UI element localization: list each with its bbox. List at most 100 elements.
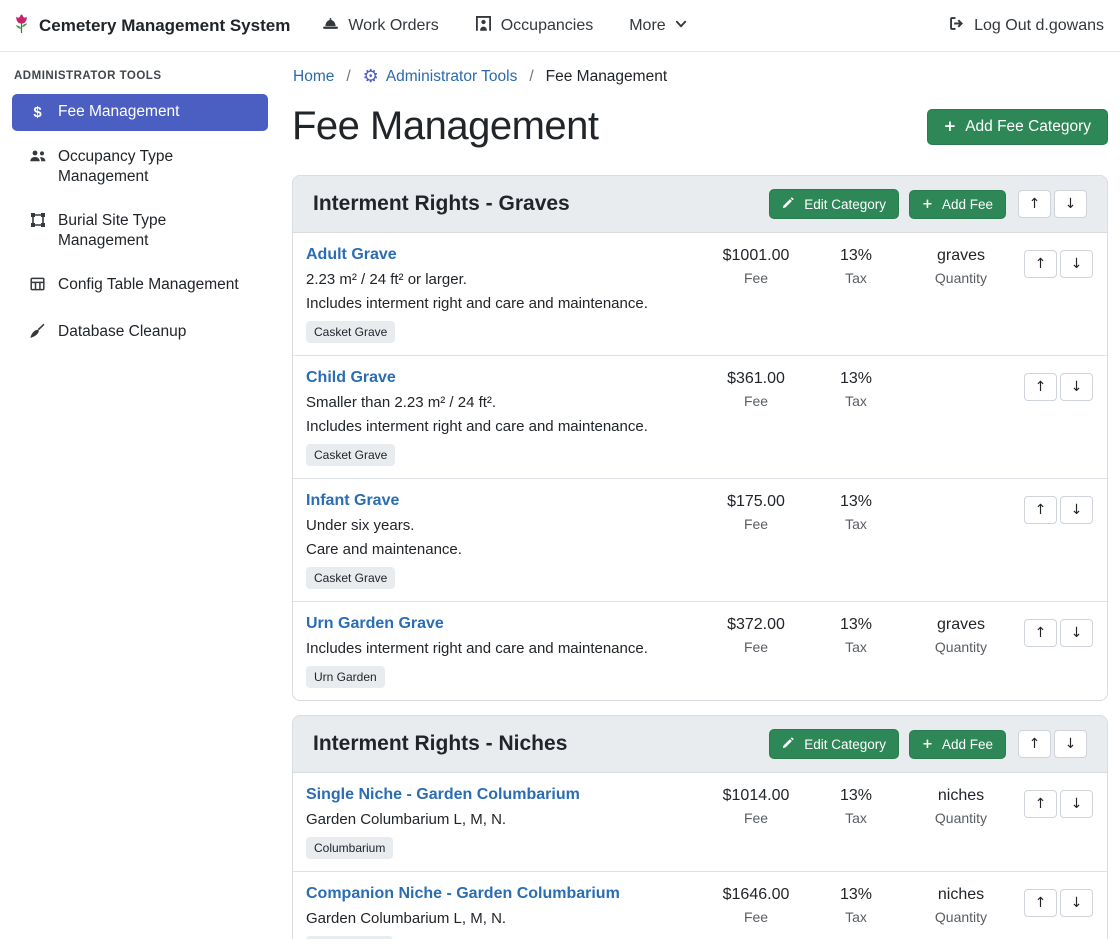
fee-name-link[interactable]: Adult Grave — [306, 246, 397, 264]
sidebar-item-fee-management[interactable]: $ Fee Management — [12, 94, 268, 131]
fee-description: Includes interment right and care and ma… — [306, 640, 693, 657]
fee-name-link[interactable]: Companion Niche - Garden Columbarium — [306, 885, 620, 903]
sidebar-item-occupancy-type-management[interactable]: Occupancy Type Management — [12, 139, 268, 195]
fee-move-down-button[interactable]: ↓ — [1060, 250, 1093, 278]
quantity-column: graves Quantity — [901, 243, 1021, 286]
sidebar-item-label: Fee Management — [58, 102, 180, 122]
arrow-up-icon: ↑ — [1035, 380, 1047, 394]
arrow-up-icon: ↑ — [1029, 737, 1041, 751]
fee-amount: $372.00 — [701, 616, 811, 634]
fee-move-up-button[interactable]: ↑ — [1024, 496, 1057, 524]
tax-value: 13% — [811, 616, 901, 634]
fee-amount: $1001.00 — [701, 247, 811, 265]
quantity-column: niches Quantity — [901, 783, 1021, 826]
arrow-up-icon: ↑ — [1035, 896, 1047, 910]
nav-occupancies[interactable]: Occupancies — [475, 15, 594, 37]
tax-label: Tax — [811, 270, 901, 286]
fee-move-down-button[interactable]: ↓ — [1060, 373, 1093, 401]
pencil-icon — [782, 196, 795, 212]
fee-name-link[interactable]: Single Niche - Garden Columbarium — [306, 786, 580, 804]
gear-icon: ⚙ — [363, 68, 379, 86]
category-move-up-button[interactable]: ↑ — [1018, 730, 1051, 758]
fee-description: Garden Columbarium L, M, N. — [306, 811, 693, 828]
fee-type-badge: Urn Garden — [306, 666, 385, 688]
fee-move-up-button[interactable]: ↑ — [1024, 790, 1057, 818]
quantity-value: graves — [901, 616, 1021, 634]
breadcrumb-home[interactable]: Home — [293, 68, 334, 86]
add-fee-category-button[interactable]: + Add Fee Category — [927, 109, 1108, 145]
sidebar-item-config-table-management[interactable]: Config Table Management — [12, 267, 268, 306]
edit-category-button[interactable]: Edit Category — [769, 729, 899, 759]
fee-move-down-button[interactable]: ↓ — [1060, 496, 1093, 524]
fee-label: Fee — [701, 393, 811, 409]
breadcrumb-current: Fee Management — [546, 68, 668, 86]
arrow-down-icon: ↓ — [1071, 380, 1083, 394]
fee-name-link[interactable]: Child Grave — [306, 369, 396, 387]
nav-more[interactable]: More — [629, 17, 686, 35]
category-title: Interment Rights - Niches — [313, 732, 769, 756]
quantity-label: Quantity — [901, 810, 1021, 826]
fee-name-link[interactable]: Infant Grave — [306, 492, 399, 510]
tax-label: Tax — [811, 810, 901, 826]
arrow-up-icon: ↑ — [1035, 503, 1047, 517]
fee-description: Care and maintenance. — [306, 541, 693, 558]
dollar-icon: $ — [28, 103, 47, 123]
arrow-up-icon: ↑ — [1035, 797, 1047, 811]
people-icon — [28, 148, 47, 170]
fee-move-down-button[interactable]: ↓ — [1060, 889, 1093, 917]
fee-type-badge: Casket Grave — [306, 321, 395, 343]
quantity-label: Quantity — [901, 909, 1021, 925]
tax-value: 13% — [811, 886, 901, 904]
arrow-down-icon: ↓ — [1071, 797, 1083, 811]
breadcrumb-admin-tools[interactable]: ⚙ Administrator Tools — [363, 68, 518, 86]
category-header: Interment Rights - Niches Edit Category … — [293, 716, 1107, 773]
add-fee-button[interactable]: + Add Fee — [909, 190, 1006, 219]
tax-column: 13% Tax — [811, 612, 901, 655]
add-fee-button[interactable]: + Add Fee — [909, 730, 1006, 759]
nav-work-orders[interactable]: Work Orders — [322, 15, 438, 37]
sidebar-heading: ADMINISTRATOR TOOLS — [14, 70, 268, 82]
fee-label: Fee — [701, 909, 811, 925]
tax-label: Tax — [811, 909, 901, 925]
tax-label: Tax — [811, 639, 901, 655]
fee-type-badge: Casket Grave — [306, 567, 395, 589]
category-title: Interment Rights - Graves — [313, 192, 769, 216]
tax-value: 13% — [811, 370, 901, 388]
quantity-column: niches Quantity — [901, 882, 1021, 925]
arrow-down-icon: ↓ — [1071, 896, 1083, 910]
plus-icon: + — [922, 738, 933, 751]
pencil-icon — [782, 736, 795, 752]
logout-label: Log Out d.gowans — [974, 17, 1104, 35]
fee-row-single-niche: Single Niche - Garden Columbarium Garden… — [293, 773, 1107, 872]
sidebar-item-label: Database Cleanup — [58, 322, 186, 342]
fee-move-up-button[interactable]: ↑ — [1024, 619, 1057, 647]
category-move-down-button[interactable]: ↓ — [1054, 190, 1087, 218]
fee-row-infant-grave: Infant Grave Under six years. Care and m… — [293, 479, 1107, 602]
chevron-down-icon — [675, 17, 687, 35]
fee-move-up-button[interactable]: ↑ — [1024, 373, 1057, 401]
hard-hat-icon — [322, 15, 339, 37]
app-brand[interactable]: Cemetery Management System — [12, 12, 290, 40]
edit-category-button[interactable]: Edit Category — [769, 189, 899, 219]
sidebar-item-burial-site-type-management[interactable]: Burial Site Type Management — [12, 203, 268, 259]
tax-value: 13% — [811, 787, 901, 805]
fee-name-link[interactable]: Urn Garden Grave — [306, 615, 444, 633]
broom-icon — [28, 323, 47, 345]
fee-move-up-button[interactable]: ↑ — [1024, 250, 1057, 278]
quantity-column — [901, 366, 1021, 370]
page-title: Fee Management — [292, 104, 599, 149]
tax-column: 13% Tax — [811, 783, 901, 826]
fee-description: Includes interment right and care and ma… — [306, 418, 693, 435]
fee-move-up-button[interactable]: ↑ — [1024, 889, 1057, 917]
quantity-column: graves Quantity — [901, 612, 1021, 655]
sidebar-item-database-cleanup[interactable]: Database Cleanup — [12, 314, 268, 353]
category-move-down-button[interactable]: ↓ — [1054, 730, 1087, 758]
category-move-up-button[interactable]: ↑ — [1018, 190, 1051, 218]
logout-link[interactable]: Log Out d.gowans — [948, 15, 1104, 37]
arrow-up-icon: ↑ — [1029, 197, 1041, 211]
fee-move-down-button[interactable]: ↓ — [1060, 790, 1093, 818]
fee-row-companion-niche: Companion Niche - Garden Columbarium Gar… — [293, 872, 1107, 939]
fee-move-down-button[interactable]: ↓ — [1060, 619, 1093, 647]
fee-label: Fee — [701, 810, 811, 826]
breadcrumb: Home / ⚙ Administrator Tools / Fee Manag… — [292, 68, 1108, 86]
